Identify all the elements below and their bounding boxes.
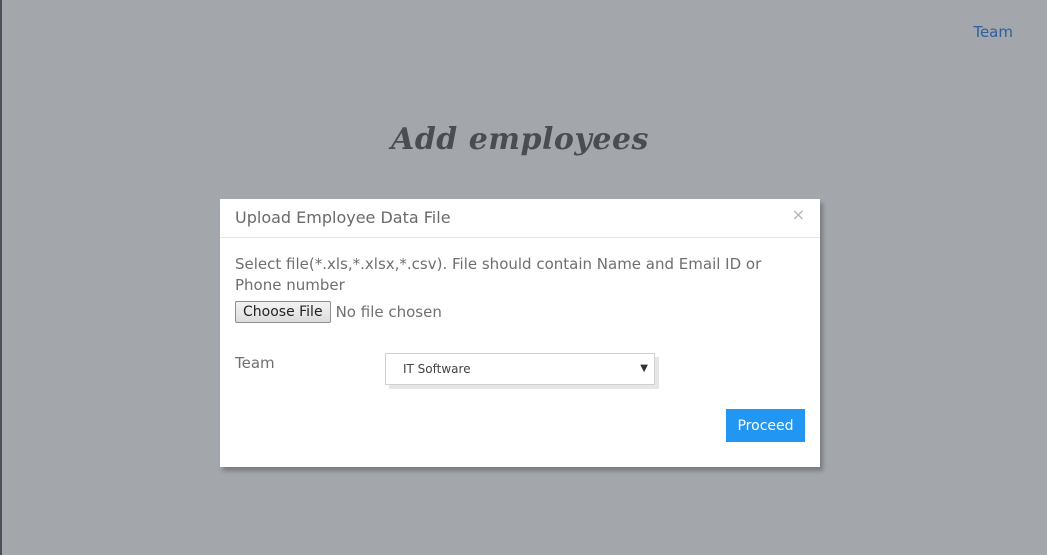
file-instructions: Select file(*.xls,*.xlsx,*.csv). File sh… (235, 255, 762, 294)
window-left-edge (0, 0, 2, 555)
close-icon[interactable]: × (792, 207, 805, 223)
file-status-text: No file chosen (335, 303, 442, 321)
page-title: Add employees (391, 122, 649, 157)
file-input: Choose File No file chosen (235, 301, 442, 323)
dropdown-arrow-icon: ▼ (640, 363, 648, 374)
choose-file-button[interactable]: Choose File (235, 301, 331, 323)
upload-modal: Upload Employee Data File × Select file(… (220, 199, 820, 467)
modal-header: Upload Employee Data File × (220, 199, 820, 238)
modal-title: Upload Employee Data File (235, 208, 451, 227)
proceed-button[interactable]: Proceed (726, 409, 805, 442)
team-select-value: IT Software (403, 362, 471, 376)
team-label: Team (235, 354, 275, 372)
team-select[interactable]: IT Software ▼ (385, 353, 655, 385)
team-nav-link[interactable]: Team (973, 23, 1013, 41)
